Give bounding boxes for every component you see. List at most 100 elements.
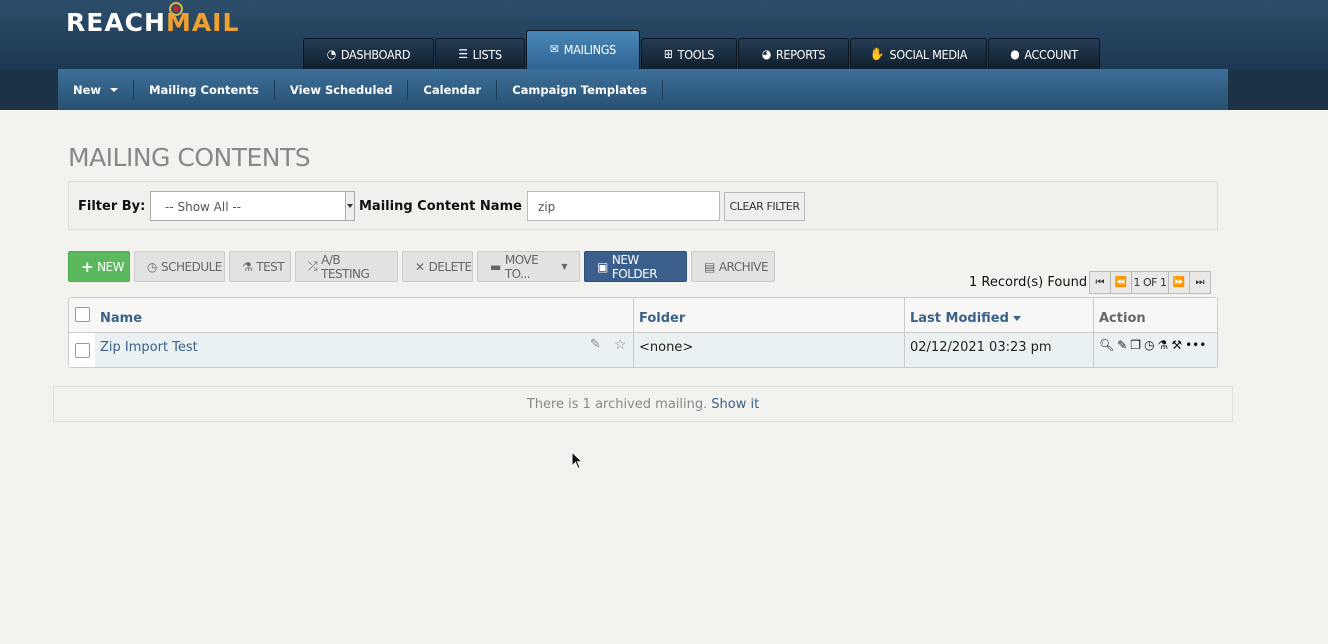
shuffle-icon: ⤮: [308, 259, 318, 273]
archived-text: There is 1 archived mailing.: [526, 396, 708, 412]
table-row: Zip Import Test ✎ ☆ <none> 02/12/2021 03…: [69, 333, 1217, 367]
tab-tools[interactable]: ⊞ TOOLS: [641, 38, 737, 69]
clear-filter-button[interactable]: CLEAR FILTER: [724, 192, 805, 221]
delete-label: DELETE: [428, 259, 473, 274]
table-header: Name Folder Last Modified Action: [69, 298, 1217, 333]
mailing-content-name-input[interactable]: zip: [527, 191, 720, 221]
main-nav: ◔ DASHBOARD ☰ LISTS ✉ MAILINGS ⊞ TOOLS ◕…: [303, 30, 1101, 69]
flask-icon: ⚗: [242, 259, 253, 274]
subnav-calendar[interactable]: Calendar: [408, 79, 498, 100]
page-title: MAILING CONTENTS: [68, 143, 311, 172]
subnav-label: Calendar: [423, 82, 482, 97]
sort-desc-icon: [1012, 316, 1021, 321]
logo-text-reach: REACH: [66, 8, 166, 37]
row-checkbox[interactable]: [75, 343, 90, 358]
column-divider: [904, 298, 905, 367]
ab-testing-button[interactable]: ⤮ A/B TESTING: [295, 251, 398, 282]
folder-cell: <none>: [639, 340, 694, 355]
first-page-icon[interactable]: ⏮: [1089, 271, 1111, 294]
star-icon[interactable]: ☆: [614, 337, 627, 353]
envelope-icon: ✉: [550, 42, 559, 56]
mouse-cursor-icon: [571, 451, 583, 470]
top-header: REACHMAIL ◔ DASHBOARD ☰ LISTS ✉ MAILINGS…: [0, 0, 1328, 69]
edit-name-icon[interactable]: ✎: [590, 337, 601, 352]
prev-page-icon[interactable]: ⏪: [1110, 271, 1132, 294]
last-page-icon[interactable]: ⏭: [1189, 271, 1211, 294]
folder-icon: ▬: [490, 259, 501, 274]
tab-label: TOOLS: [677, 46, 715, 62]
subnav-campaign-templates[interactable]: Campaign Templates: [497, 79, 663, 100]
move-to-label: MOVE TO...: [504, 252, 539, 281]
sub-nav: New Mailing Contents View Scheduled Cale…: [58, 69, 1228, 110]
tab-mailings[interactable]: ✉ MAILINGS: [526, 30, 640, 69]
mailing-name-link[interactable]: Zip Import Test: [100, 340, 198, 355]
subnav-label: Mailing Contents: [149, 82, 259, 97]
pie-chart-icon: ◕: [761, 47, 771, 61]
select-arrow-icon: [345, 192, 354, 220]
last-modified-cell: 02/12/2021 03:23 pm: [910, 340, 1052, 355]
new-folder-button[interactable]: ▣ NEW FOLDER: [584, 251, 687, 282]
subnav-new-dropdown[interactable]: New: [58, 79, 135, 100]
subnav-mailing-contents[interactable]: Mailing Contents: [134, 79, 275, 100]
tab-dashboard[interactable]: ◔ DASHBOARD: [303, 38, 434, 69]
header-last-modified-label: Last Modified: [910, 311, 1009, 326]
folder-plus-icon: ▣: [597, 259, 608, 274]
move-to-button[interactable]: ▬ MOVE TO... ▼: [477, 251, 580, 282]
filter-by-value: -- Show All --: [165, 200, 242, 214]
plus-icon: +: [81, 257, 94, 276]
records-found: 1 Record(s) Found: [969, 275, 1088, 290]
new-label: NEW: [97, 259, 125, 274]
list-icon: ☰: [458, 47, 468, 61]
test-button[interactable]: ⚗ TEST: [229, 251, 291, 282]
show-archived-link[interactable]: Show it: [711, 397, 759, 412]
test-label: TEST: [256, 259, 285, 274]
flask-icon[interactable]: ⚗: [1158, 338, 1169, 352]
column-divider: [1093, 298, 1094, 367]
subnav-new-label: New: [73, 82, 102, 97]
header-last-modified[interactable]: Last Modified: [910, 311, 1021, 326]
new-button[interactable]: + NEW: [68, 251, 130, 282]
filter-by-select[interactable]: -- Show All --: [150, 191, 355, 221]
caret-down-icon: [110, 87, 119, 92]
archive-button[interactable]: ▤ ARCHIVE: [691, 251, 775, 282]
reachmail-logo[interactable]: REACHMAIL: [66, 2, 239, 37]
tab-account[interactable]: ● ACCOUNT: [988, 38, 1100, 69]
tab-label: SOCIAL MEDIA: [889, 46, 968, 62]
caret-down-icon: ▼: [561, 262, 567, 271]
pagination: ⏮ ⏪ 1 OF 1 ⏩ ⏭: [1089, 271, 1211, 294]
subnav-label: View Scheduled: [289, 82, 393, 97]
tab-reports[interactable]: ◕ REPORTS: [738, 38, 849, 69]
tab-label: ACCOUNT: [1024, 46, 1078, 62]
subnav-label: Campaign Templates: [512, 82, 647, 97]
mailing-content-name-label: Mailing Content Name: [359, 199, 522, 214]
close-icon: ✕: [415, 259, 425, 274]
column-divider: [633, 298, 634, 367]
pencil-icon[interactable]: ✎: [1117, 338, 1127, 352]
schedule-button[interactable]: ◷ SCHEDULE: [134, 251, 225, 282]
clock-icon[interactable]: ◷: [1144, 338, 1154, 352]
archive-icon: ▤: [704, 259, 715, 274]
header-folder[interactable]: Folder: [639, 311, 685, 326]
subnav-view-scheduled[interactable]: View Scheduled: [275, 79, 409, 100]
zoom-in-icon[interactable]: 🔍︎: [1099, 338, 1114, 352]
copy-icon[interactable]: ❐: [1130, 338, 1141, 352]
header-name[interactable]: Name: [100, 311, 142, 326]
gavel-icon[interactable]: ⚒: [1171, 338, 1182, 352]
next-page-icon[interactable]: ⏩: [1168, 271, 1190, 294]
action-toolbar: + NEW ◷ SCHEDULE ⚗ TEST ⤮ A/B TESTING ✕ …: [68, 251, 775, 282]
tab-social-media[interactable]: ✋ SOCIAL MEDIA: [850, 38, 987, 69]
ellipsis-icon[interactable]: •••: [1185, 338, 1206, 352]
user-icon: ●: [1010, 47, 1020, 61]
sub-nav-bar: New Mailing Contents View Scheduled Cale…: [0, 69, 1328, 110]
filter-panel: Filter By: -- Show All -- Mailing Conten…: [68, 181, 1218, 230]
logo-mark-icon: [169, 2, 183, 16]
delete-button[interactable]: ✕ DELETE: [402, 251, 473, 282]
ab-testing-label: A/B TESTING: [321, 252, 370, 281]
tab-label: LISTS: [472, 46, 503, 62]
select-all-checkbox[interactable]: [75, 307, 90, 322]
tab-lists[interactable]: ☰ LISTS: [435, 38, 525, 69]
header-action: Action: [1099, 311, 1146, 326]
tab-label: REPORTS: [775, 46, 826, 62]
thumbs-up-icon: ✋: [869, 47, 885, 61]
filter-by-label: Filter By:: [78, 199, 146, 214]
